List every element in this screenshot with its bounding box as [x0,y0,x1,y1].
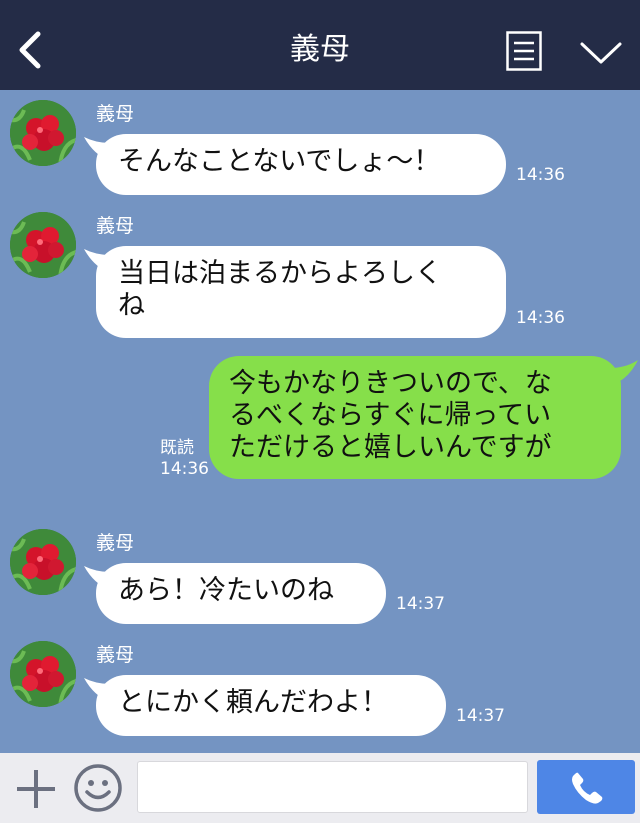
message-time: 14:36 [516,165,565,185]
avatar[interactable] [10,641,76,707]
avatar[interactable] [10,212,76,278]
chat-header: 義母 [0,0,640,90]
message-text: そんなことないでしょ〜！ [118,146,441,177]
call-button[interactable] [537,760,635,814]
chat-title: 義母 [290,32,350,67]
message-text: あら！冷たいのね [118,575,334,606]
message-bubble[interactable]: 今もかなりきついので、な るべくならすぐに帰ってい ただけると嬉しいんですが [209,356,621,479]
sender-name: 義母 [96,532,135,554]
message-time: 14:37 [456,706,505,726]
sender-name: 義母 [96,103,135,125]
message-text: とにかく頼んだわよ！ [118,687,388,718]
read-receipt: 既読 [160,438,194,458]
flower-avatar-icon [10,212,76,278]
message-input[interactable] [137,761,528,813]
message-bubble[interactable]: そんなことないでしょ〜！ [96,134,506,195]
message-time: 14:37 [396,594,445,614]
sender-name: 義母 [96,644,135,666]
message-bubble[interactable]: 当日は泊まるからよろしく ね [96,246,506,338]
chevron-down-icon[interactable] [579,39,623,67]
input-bar [0,753,640,823]
sender-name: 義母 [96,215,135,237]
flower-avatar-icon [10,641,76,707]
plus-icon[interactable] [15,768,57,810]
avatar[interactable] [10,100,76,166]
message-bubble[interactable]: とにかく頼んだわよ！ [96,675,446,736]
avatar[interactable] [10,529,76,595]
message-text-line: るべくならすぐに帰ってい [229,400,552,431]
message-time: 14:36 [516,308,565,328]
message-text-line: 今もかなりきついので、な [229,368,552,399]
phone-icon [572,772,603,804]
message-time: 14:36 [160,459,209,479]
flower-avatar-icon [10,100,76,166]
smiley-icon[interactable] [73,763,123,813]
message-text-line: ね [118,290,145,321]
flower-avatar-icon [10,529,76,595]
menu-lines-icon[interactable] [506,31,542,71]
message-text-line: ただけると嬉しいんですが [229,432,552,463]
message-bubble[interactable]: あら！冷たいのね [96,563,386,624]
message-text-line: 当日は泊まるからよろしく [118,258,442,289]
